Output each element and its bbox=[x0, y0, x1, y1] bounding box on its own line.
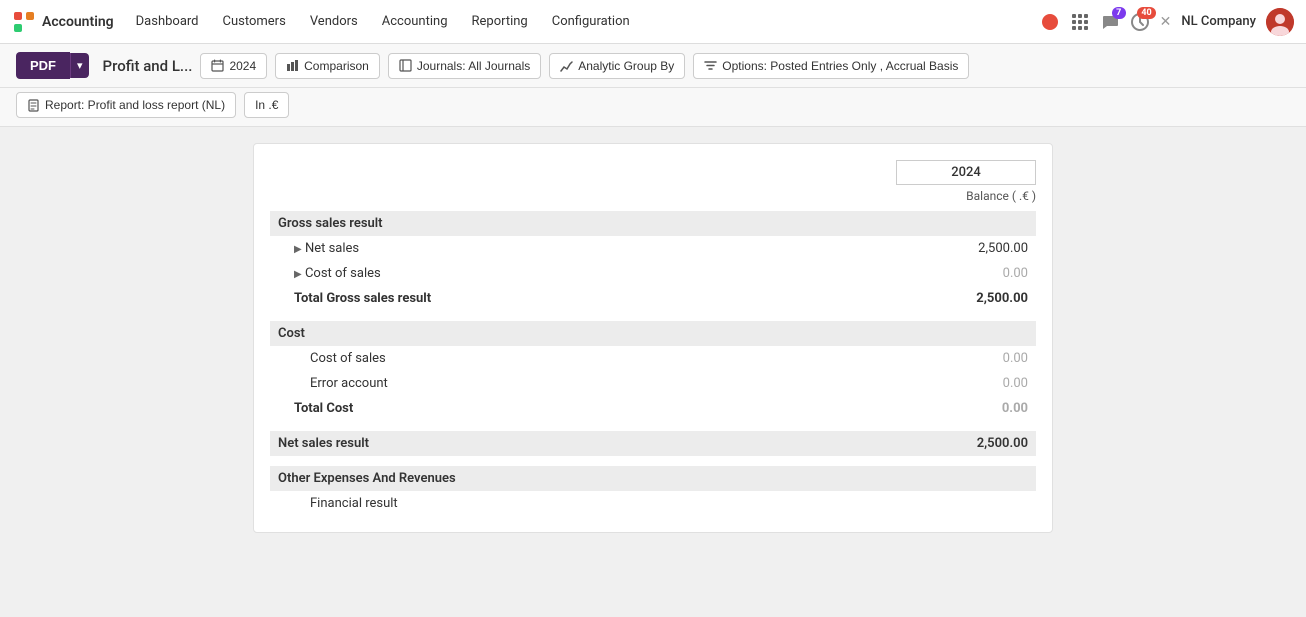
report-title: Profit and L... bbox=[103, 57, 193, 75]
nav-reporting[interactable]: Reporting bbox=[462, 8, 538, 35]
section-gross-sales: Gross sales result bbox=[270, 211, 1036, 236]
report-card: 2024 Balance ( .€ ) Gross sales result ▶… bbox=[253, 143, 1053, 533]
error-account-label: Error account bbox=[270, 371, 817, 396]
currency-filter-button[interactable]: In .€ bbox=[244, 92, 289, 118]
financial-result-label: Financial result bbox=[270, 491, 817, 516]
total-cost-amount: 0.00 bbox=[817, 396, 1036, 421]
nav-configuration[interactable]: Configuration bbox=[542, 8, 640, 35]
net-sales-result-amount: 2,500.00 bbox=[817, 431, 1036, 456]
close-icon[interactable]: ✕ bbox=[1160, 14, 1172, 30]
gross-sales-table: Gross sales result ▶ Net sales 2,500.00 … bbox=[270, 211, 1036, 516]
top-nav-right: 7 40 ✕ NL Company bbox=[1040, 8, 1294, 36]
grid-icon[interactable] bbox=[1070, 12, 1090, 32]
table-row[interactable]: ▶ Cost of sales 0.00 bbox=[270, 261, 1036, 286]
activities-count: 40 bbox=[1137, 7, 1155, 19]
total-gross-sales-row: Total Gross sales result 2,500.00 bbox=[270, 286, 1036, 311]
section-cost: Cost bbox=[270, 321, 1036, 346]
nav-customers[interactable]: Customers bbox=[213, 8, 296, 35]
pdf-dropdown-button[interactable]: ▾ bbox=[70, 53, 89, 78]
section-other-expenses: Other Expenses And Revenues bbox=[270, 466, 1036, 491]
journals-filter-button[interactable]: Journals: All Journals bbox=[388, 53, 541, 79]
total-gross-sales-amount: 2,500.00 bbox=[817, 286, 1036, 311]
toolbar-row2: Report: Profit and loss report (NL) In .… bbox=[0, 88, 1306, 127]
notification-circle[interactable] bbox=[1040, 12, 1060, 32]
table-row[interactable]: Cost of sales 0.00 bbox=[270, 346, 1036, 371]
nav-accounting[interactable]: Accounting bbox=[372, 8, 458, 35]
company-name[interactable]: NL Company bbox=[1181, 14, 1256, 29]
grid-dots-icon bbox=[1070, 12, 1090, 32]
total-cost-row: Total Cost 0.00 bbox=[270, 396, 1036, 421]
financial-result-amount bbox=[817, 491, 1036, 516]
other-expenses-header: Other Expenses And Revenues bbox=[270, 466, 1036, 491]
balance-header-label: Balance ( .€ ) bbox=[270, 189, 1036, 203]
net-sales-amount: 2,500.00 bbox=[817, 236, 1036, 261]
gross-sales-header: Gross sales result bbox=[270, 211, 1036, 236]
total-gross-sales-label: Total Gross sales result bbox=[270, 286, 817, 311]
pdf-button[interactable]: PDF bbox=[16, 52, 70, 79]
expand-chevron[interactable]: ▶ bbox=[294, 244, 302, 255]
table-row[interactable]: Financial result bbox=[270, 491, 1036, 516]
report-year-header: 2024 bbox=[270, 160, 1036, 185]
app-logo[interactable]: Accounting bbox=[12, 10, 114, 34]
net-sales-result-row: Net sales result 2,500.00 bbox=[270, 431, 1036, 456]
odoo-logo-icon bbox=[12, 10, 36, 34]
spacer bbox=[270, 456, 1036, 466]
nav-dashboard[interactable]: Dashboard bbox=[126, 8, 209, 35]
cost-of-sales-label: ▶ Cost of sales bbox=[270, 261, 817, 286]
cost-of-sales-amount: 0.00 bbox=[817, 261, 1036, 286]
expand-chevron[interactable]: ▶ bbox=[294, 269, 302, 280]
table-row[interactable]: Error account 0.00 bbox=[270, 371, 1036, 396]
messages-count: 7 bbox=[1112, 7, 1126, 19]
cost-of-sales2-amount: 0.00 bbox=[817, 346, 1036, 371]
chart-bar-icon bbox=[286, 59, 299, 72]
calendar-icon bbox=[211, 59, 224, 72]
red-circle-icon bbox=[1040, 12, 1060, 32]
brand-label: Accounting bbox=[42, 14, 114, 30]
pdf-group: PDF ▾ bbox=[16, 52, 89, 79]
spacer bbox=[270, 421, 1036, 431]
cost-header: Cost bbox=[270, 321, 1036, 346]
year-filter-button[interactable]: 2024 bbox=[200, 53, 267, 79]
year-cell: 2024 bbox=[896, 160, 1036, 185]
table-row[interactable]: ▶ Net sales 2,500.00 bbox=[270, 236, 1036, 261]
analytic-icon bbox=[560, 59, 573, 72]
filter-icon bbox=[704, 59, 717, 72]
net-sales-label: ▶ Net sales bbox=[270, 236, 817, 261]
messages-badge-wrap[interactable]: 7 bbox=[1100, 12, 1120, 32]
analytic-filter-button[interactable]: Analytic Group By bbox=[549, 53, 685, 79]
top-navigation: Accounting Dashboard Customers Vendors A… bbox=[0, 0, 1306, 44]
avatar-icon bbox=[1266, 8, 1294, 36]
total-cost-label: Total Cost bbox=[270, 396, 817, 421]
net-sales-result-header: Net sales result bbox=[270, 431, 817, 456]
report-doc-icon bbox=[27, 99, 40, 112]
report-filter-button[interactable]: Report: Profit and loss report (NL) bbox=[16, 92, 236, 118]
cost-of-sales2-label: Cost of sales bbox=[270, 346, 817, 371]
avatar[interactable] bbox=[1266, 8, 1294, 36]
comparison-filter-button[interactable]: Comparison bbox=[275, 53, 380, 79]
book-icon bbox=[399, 59, 412, 72]
activities-badge-wrap[interactable]: 40 bbox=[1130, 12, 1150, 32]
error-account-amount: 0.00 bbox=[817, 371, 1036, 396]
toolbar-row1: PDF ▾ Profit and L... 2024 Comparison Jo… bbox=[0, 44, 1306, 88]
content-area: 2024 Balance ( .€ ) Gross sales result ▶… bbox=[0, 127, 1306, 612]
spacer bbox=[270, 311, 1036, 321]
nav-vendors[interactable]: Vendors bbox=[300, 8, 368, 35]
options-filter-button[interactable]: Options: Posted Entries Only , Accrual B… bbox=[693, 53, 969, 79]
